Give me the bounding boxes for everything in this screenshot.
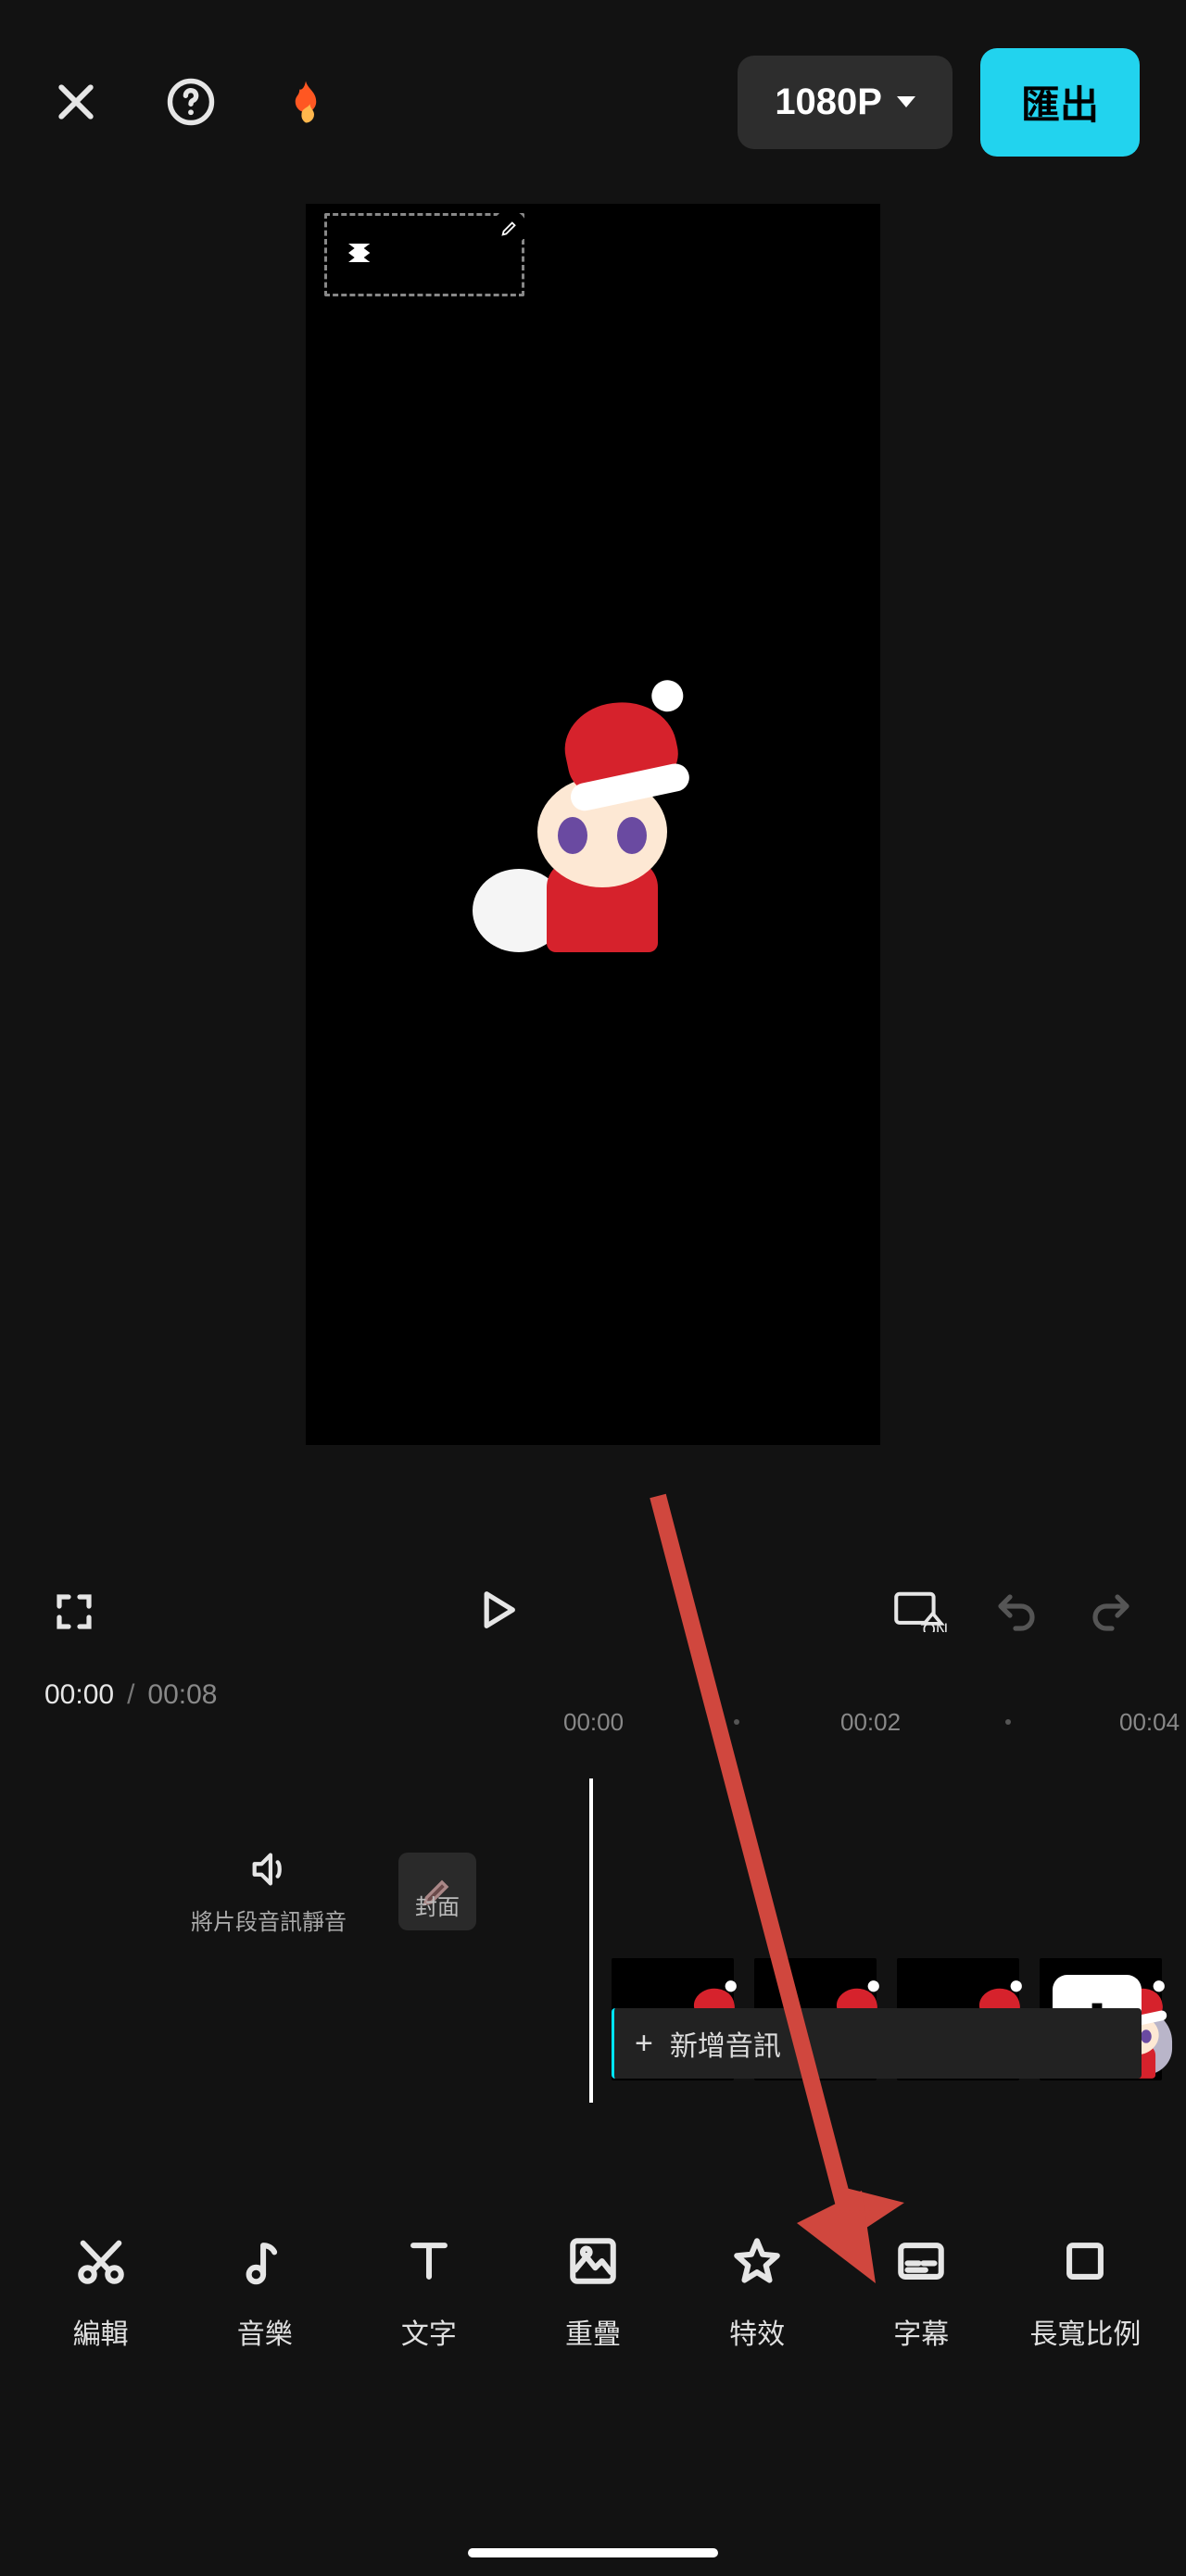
track-row: 將片段音訊靜音 封面 xyxy=(0,1825,1186,1958)
time-ruler: 00:00 / 00:08 00:0000:0200:04 xyxy=(0,1667,1186,1723)
header-left xyxy=(46,72,682,132)
current-time: 00:00 xyxy=(44,1679,114,1711)
tool-subtitles[interactable]: 字幕 xyxy=(842,2234,1000,2352)
flame-icon[interactable] xyxy=(276,72,335,132)
app-root: 1080P 匯出 xyxy=(0,0,1186,2576)
chibi-illustration xyxy=(445,693,741,958)
capcut-logo-icon xyxy=(344,234,381,276)
overlay-icon xyxy=(566,2234,620,2293)
export-button[interactable]: 匯出 xyxy=(980,48,1140,157)
preview-image xyxy=(445,693,741,958)
music-note-icon xyxy=(238,2234,292,2293)
add-audio-button[interactable]: + 新增音訊 xyxy=(612,2008,1142,2079)
undo-icon[interactable] xyxy=(986,1582,1045,1641)
cover-button[interactable]: 封面 xyxy=(398,1853,476,1930)
redo-icon[interactable] xyxy=(1082,1582,1142,1641)
help-icon[interactable] xyxy=(161,72,221,132)
tool-label: 特效 xyxy=(729,2311,785,2352)
edit-watermark-icon[interactable] xyxy=(492,210,527,245)
fullscreen-icon[interactable] xyxy=(44,1582,104,1641)
tool-edit[interactable]: 編輯 xyxy=(22,2234,180,2352)
resolution-button[interactable]: 1080P xyxy=(738,56,953,149)
resolution-label: 1080P xyxy=(775,82,882,123)
home-indicator xyxy=(468,2548,718,2557)
tool-label: 重疊 xyxy=(565,2311,621,2352)
time-counter: 00:00 / 00:08 xyxy=(44,1679,218,1711)
preview-area xyxy=(0,204,1186,1556)
aspect-ratio-icon xyxy=(1058,2234,1112,2293)
star-icon xyxy=(730,2234,784,2293)
timeline[interactable]: 將片段音訊靜音 封面 + xyxy=(0,1723,1186,2186)
playhead[interactable] xyxy=(589,1778,593,2103)
scissors-icon xyxy=(74,2234,128,2293)
tool-effects[interactable]: 特效 xyxy=(678,2234,836,2352)
play-button[interactable] xyxy=(473,1586,521,1639)
add-audio-label: 新增音訊 xyxy=(670,2023,781,2064)
watermark-overlay[interactable] xyxy=(324,213,524,296)
mute-toggle[interactable]: 將片段音訊靜音 xyxy=(176,1848,361,1936)
subtitles-icon xyxy=(894,2234,948,2293)
tool-overlay[interactable]: 重疊 xyxy=(514,2234,672,2352)
total-time: 00:08 xyxy=(147,1679,217,1711)
header-right: 1080P 匯出 xyxy=(738,48,1140,157)
keyframe-on-icon[interactable]: ON xyxy=(890,1582,949,1641)
tool-label: 字幕 xyxy=(893,2311,949,2352)
tool-text[interactable]: 文字 xyxy=(350,2234,508,2352)
plus-icon: + xyxy=(635,2026,653,2062)
text-icon xyxy=(402,2234,456,2293)
export-label: 匯出 xyxy=(1021,83,1099,127)
header: 1080P 匯出 xyxy=(0,0,1186,204)
time-separator: / xyxy=(127,1679,134,1711)
transport-bar: ON xyxy=(0,1556,1186,1667)
tool-music[interactable]: 音樂 xyxy=(186,2234,344,2352)
mute-label: 將片段音訊靜音 xyxy=(191,1904,347,1936)
tool-label: 編輯 xyxy=(73,2311,129,2352)
tool-aspect[interactable]: 長寬比例 xyxy=(1006,2234,1164,2352)
tool-label: 音樂 xyxy=(237,2311,293,2352)
video-canvas[interactable] xyxy=(306,204,880,1445)
svg-text:ON: ON xyxy=(923,1620,947,1632)
tool-label: 長寬比例 xyxy=(1029,2311,1141,2352)
tool-label: 文字 xyxy=(401,2311,457,2352)
chevron-down-icon xyxy=(897,96,915,107)
cover-label: 封面 xyxy=(415,1889,460,1921)
speaker-icon xyxy=(247,1848,290,1891)
bottom-toolbar: 編輯 音樂 文字 重疊 特效 xyxy=(0,2186,1186,2399)
close-icon[interactable] xyxy=(46,72,106,132)
